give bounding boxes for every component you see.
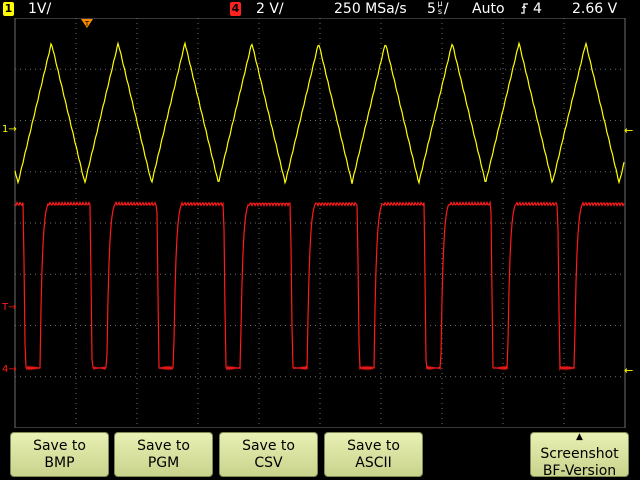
trigger-mode[interactable]: Auto bbox=[472, 0, 505, 18]
ch4-ground-marker[interactable]: 4→ bbox=[2, 364, 17, 376]
save-to-ascii-line2: ASCII bbox=[355, 454, 392, 471]
save-to-ascii-line1: Save to bbox=[347, 437, 400, 454]
save-to-bmp-button[interactable]: Save to BMP bbox=[10, 432, 109, 477]
waveform-display[interactable]: T 1→ T→ 4→ ← ← bbox=[0, 18, 640, 428]
ch1-ground-arrow-icon: → bbox=[8, 124, 17, 135]
save-to-pgm-line1: Save to bbox=[137, 437, 190, 454]
softkey-bar: Save to BMP Save to PGM Save to CSV Save… bbox=[0, 428, 640, 480]
screenshot-line1: ▲ Screenshot bbox=[540, 429, 618, 463]
save-to-csv-line2: CSV bbox=[254, 454, 283, 471]
waveforms bbox=[14, 40, 625, 371]
ch1-ground-marker[interactable]: 1→ bbox=[2, 124, 17, 136]
ch4-waveform bbox=[14, 200, 625, 371]
trigger-level[interactable]: 2.66 V bbox=[572, 0, 617, 18]
screenshot-bf-version-button[interactable]: ▲ Screenshot BF-Version bbox=[530, 429, 629, 479]
status-bar: 1 1V/ 4 2 V/ 250 MSa/s 5 µ s / Auto 4 2.66 … bbox=[0, 0, 640, 18]
ch1-waveform bbox=[14, 40, 625, 186]
save-to-pgm-button[interactable]: Save to PGM bbox=[114, 432, 213, 477]
trigger-position-icon[interactable]: T bbox=[81, 19, 93, 29]
trigger-source[interactable]: 4 bbox=[533, 0, 542, 18]
save-to-bmp-line2: BMP bbox=[44, 454, 75, 471]
ch1-badge[interactable]: 1 bbox=[3, 2, 14, 16]
save-to-bmp-line1: Save to bbox=[33, 437, 86, 454]
trigger-edge-icon bbox=[520, 0, 530, 18]
save-to-pgm-line2: PGM bbox=[147, 454, 180, 471]
ch1-right-arrow-icon: ← bbox=[624, 124, 634, 137]
timebase-value: 5 bbox=[427, 1, 436, 17]
timebase-slash: / bbox=[443, 1, 449, 17]
up-arrow-icon: ▲ bbox=[576, 432, 583, 442]
ch4-ground-arrow-icon: → bbox=[8, 364, 17, 375]
right-level-arrow-icon: ← bbox=[624, 364, 634, 377]
ch4-scale[interactable]: 2 V/ bbox=[256, 0, 284, 18]
screenshot-line1-text: Screenshot bbox=[540, 446, 619, 462]
trigger-level-arrow-icon: → bbox=[8, 302, 17, 313]
save-to-csv-button[interactable]: Save to CSV bbox=[219, 432, 318, 477]
ch4-badge[interactable]: 4 bbox=[230, 2, 241, 16]
screenshot-line2: BF-Version bbox=[542, 463, 617, 479]
timebase[interactable]: 5 µ s / bbox=[427, 0, 449, 18]
trigger-level-marker[interactable]: T→ bbox=[2, 302, 17, 314]
save-to-ascii-button[interactable]: Save to ASCII bbox=[324, 432, 423, 477]
ch1-scale[interactable]: 1V/ bbox=[28, 0, 51, 18]
timebase-unit-bottom: s bbox=[437, 7, 442, 16]
save-to-csv-line1: Save to bbox=[242, 437, 295, 454]
timebase-unit: µs bbox=[436, 0, 444, 16]
svg-text:T: T bbox=[84, 20, 90, 28]
sample-rate: 250 MSa/s bbox=[334, 1, 407, 17]
